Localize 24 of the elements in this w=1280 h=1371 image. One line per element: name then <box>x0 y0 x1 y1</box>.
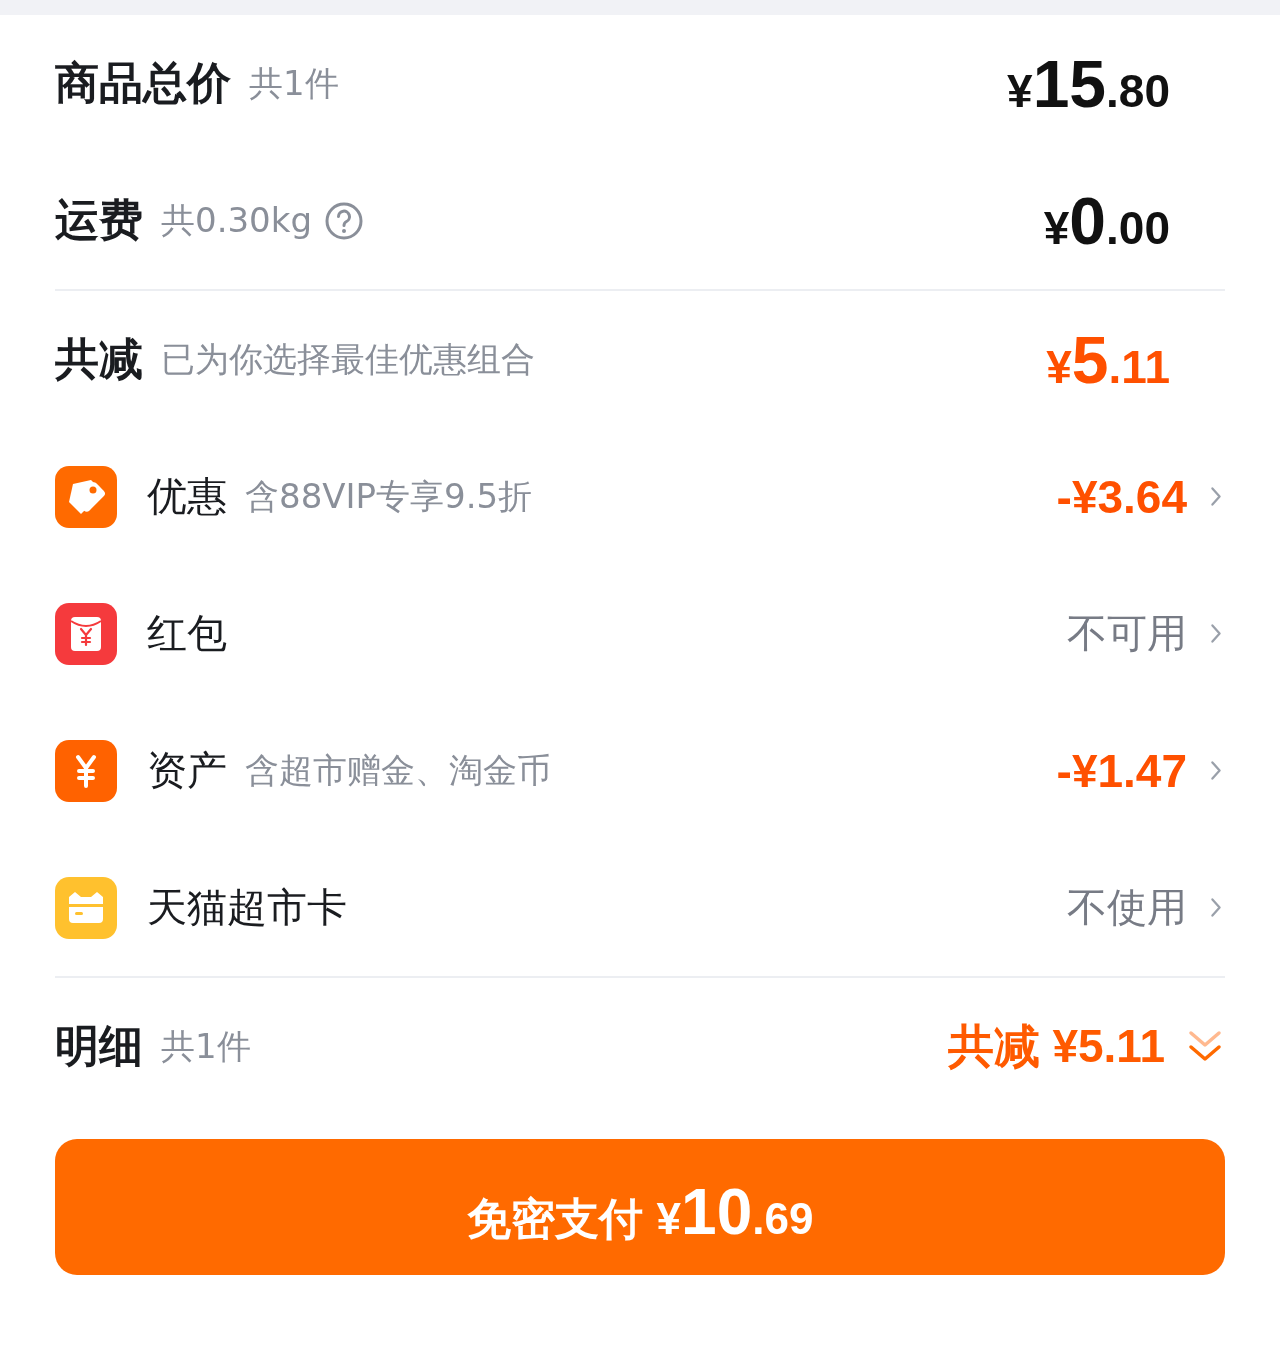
price: ¥5.11 <box>1046 321 1170 398</box>
benefit-label: 红包 <box>147 609 227 658</box>
benefit-note: 含超市赠金、淘金币 <box>245 748 551 792</box>
pay-button[interactable]: 免密支付 ¥10.69 <box>55 1139 1225 1275</box>
row-title: 明细 <box>55 1019 143 1073</box>
help-icon[interactable] <box>324 200 364 241</box>
benefit-value[interactable]: 不可用 <box>1067 606 1187 661</box>
benefit-label: 资产 <box>147 746 227 795</box>
benefit-value[interactable]: -¥3.64 <box>1056 469 1187 524</box>
benefit-note: 含88VIP专享9.5折 <box>245 474 533 518</box>
details-summary[interactable]: 共减 ¥5.11 <box>947 1015 1165 1078</box>
price: ¥15.80 <box>1007 45 1170 122</box>
benefit-value[interactable]: -¥1.47 <box>1056 743 1187 798</box>
price: ¥0.00 <box>1043 182 1170 259</box>
row-note: 共1件 <box>249 61 339 105</box>
row-title: 商品总价 <box>55 56 231 110</box>
row-note: 已为你选择最佳优惠组合 <box>161 337 535 381</box>
row-note: 共1件 <box>161 1024 251 1068</box>
row-note: 共0.30kg <box>161 198 312 242</box>
row-title: 运费 <box>55 193 143 247</box>
benefit-label: 优惠 <box>147 472 227 521</box>
benefit-value[interactable]: 不使用 <box>1067 880 1187 935</box>
benefit-label: 天猫超市卡 <box>147 883 347 932</box>
row-title: 共减 <box>55 332 143 386</box>
